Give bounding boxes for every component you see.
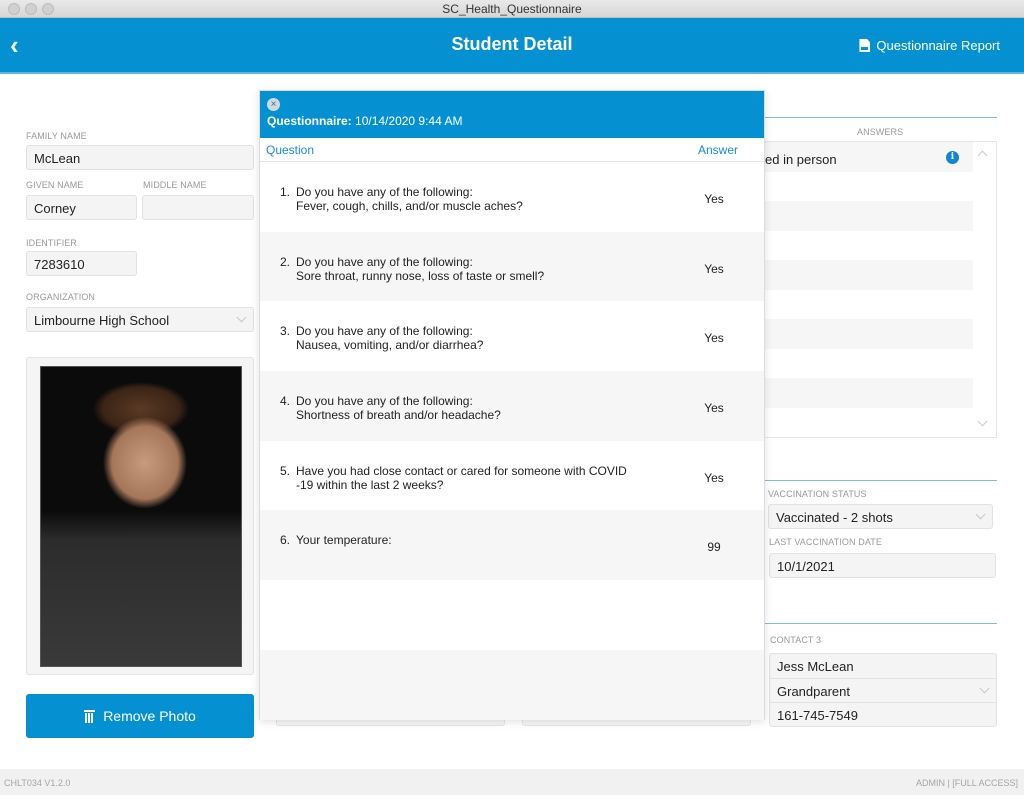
family-name-field[interactable]: McLean — [26, 145, 254, 170]
answer-row[interactable] — [761, 260, 973, 290]
last-vaccination-date-field[interactable]: 10/1/2021 — [769, 553, 996, 578]
section-divider — [760, 117, 997, 118]
pdf-file-icon — [859, 39, 871, 52]
organization-select[interactable]: Limbourne High School — [26, 307, 254, 332]
chevron-down-icon — [975, 509, 986, 520]
scroll-down-icon[interactable] — [977, 416, 988, 427]
question-row: 2. Do you have any of the following: Sor… — [260, 231, 764, 302]
app-version: CHLT034 V1.2.0 — [4, 778, 71, 788]
question-row: 6. Your temperature: 99 — [260, 510, 764, 581]
window-title: SC_Health_Questionnaire — [442, 2, 582, 16]
photo-frame — [26, 357, 254, 675]
answer-row[interactable] — [761, 231, 973, 261]
middle-name-field[interactable] — [142, 195, 254, 220]
empty-row — [260, 580, 764, 650]
question-answer: 99 — [707, 540, 721, 555]
question-number: 3. — [280, 324, 291, 339]
section-divider — [760, 623, 997, 624]
contact3-relation-select[interactable]: Grandparent — [770, 679, 996, 703]
question-row: 1. Do you have any of the following: Fev… — [260, 162, 764, 232]
answer-row[interactable] — [761, 349, 973, 379]
question-row: 5. Have you had close contact or cared f… — [260, 441, 764, 511]
given-name-label: GIVEN NAME — [26, 180, 84, 190]
question-row: 3. Do you have any of the following: Nau… — [260, 301, 764, 371]
question-list: 1. Do you have any of the following: Fev… — [260, 162, 764, 720]
trash-icon — [84, 709, 96, 723]
chevron-down-icon — [979, 683, 990, 693]
question-row: 4. Do you have any of the following: Sho… — [260, 371, 764, 441]
questionnaire-report-button[interactable]: Questionnaire Report — [859, 38, 1000, 53]
question-answer: Yes — [704, 192, 724, 206]
column-headers: Question Answer — [260, 138, 764, 162]
answer-row[interactable] — [761, 290, 973, 320]
question-number: 4. — [280, 394, 291, 409]
scroll-up-icon[interactable] — [977, 150, 988, 161]
identifier-field[interactable]: 7283610 — [26, 251, 137, 276]
question-text: Do you have any of the following: Shortn… — [296, 394, 501, 423]
question-answer: Yes — [704, 470, 724, 485]
access-level: ADMIN | [FULL ACCESS] — [915, 778, 1018, 788]
questionnaire-modal: × Questionnaire: 10/14/2020 9:44 AM Ques… — [259, 90, 765, 720]
contact3-phone-field[interactable]: 161-745-7549 — [770, 703, 996, 728]
column-header-answer: Answer — [697, 143, 738, 157]
question-text: Do you have any of the following: Sore t… — [296, 254, 545, 283]
last-vaccination-date-label: LAST VACCINATION DATE — [769, 537, 882, 547]
question-text: Your temperature: — [296, 533, 392, 548]
modal-header: × Questionnaire: 10/14/2020 9:44 AM — [260, 91, 764, 138]
identifier-label: IDENTIFIER — [26, 238, 78, 248]
status-footer: CHLT034 V1.2.0 ADMIN | [FULL ACCESS] — [0, 769, 1024, 795]
question-answer: Yes — [704, 331, 724, 346]
student-photo — [40, 366, 242, 667]
answer-row[interactable] — [761, 172, 973, 202]
remove-photo-button[interactable]: Remove Photo — [26, 694, 254, 738]
empty-row — [260, 649, 764, 720]
family-name-label: FAMILY NAME — [26, 131, 87, 141]
column-header-question: Question — [266, 143, 315, 157]
window-titlebar: SC_Health_Questionnaire — [0, 0, 1024, 18]
contact3-label: CONTACT 3 — [770, 635, 822, 645]
vaccination-status-label: VACCINATION STATUS — [768, 489, 867, 499]
close-icon[interactable]: × — [267, 98, 280, 111]
answer-row[interactable] — [761, 319, 973, 349]
question-number: 2. — [280, 254, 291, 269]
remove-photo-label: Remove Photo — [103, 708, 196, 724]
modal-title-datetime: 10/14/2020 9:44 AM — [355, 114, 463, 128]
given-name-field[interactable]: Corney — [26, 195, 137, 220]
answers-list[interactable]: ed in person i — [760, 141, 997, 438]
vaccination-status-select[interactable]: Vaccinated - 2 shots — [768, 504, 993, 529]
questionnaire-report-label: Questionnaire Report — [876, 38, 1000, 53]
question-answer: Yes — [704, 261, 724, 276]
info-icon[interactable]: i — [946, 151, 959, 164]
organization-label: ORGANIZATION — [26, 292, 96, 302]
middle-name-label: MIDDLE NAME — [143, 180, 207, 190]
question-text: Do you have any of the following: Fever,… — [296, 185, 523, 213]
modal-title: Questionnaire: 10/14/2020 9:44 AM — [267, 114, 462, 128]
answer-row[interactable] — [761, 378, 973, 408]
organization-value: Limbourne High School — [34, 313, 170, 328]
question-text: Have you had close contact or cared for … — [296, 463, 627, 492]
contact3-group: Jess McLean Grandparent 161-745-7549 — [769, 653, 997, 727]
question-number: 5. — [280, 463, 291, 478]
answer-row[interactable] — [761, 201, 973, 231]
question-number: 1. — [280, 185, 291, 199]
answers-header: ANSWERS — [857, 127, 904, 137]
answer-row[interactable] — [761, 408, 973, 438]
answer-value: ed in person — [765, 152, 837, 167]
nav-bar: ‹ Student Detail Questionnaire Report — [0, 18, 1024, 74]
modal-title-label: Questionnaire: — [267, 114, 352, 128]
contact3-relation-value: Grandparent — [777, 683, 850, 699]
contact3-name-field[interactable]: Jess McLean — [770, 654, 996, 679]
chevron-down-icon — [236, 312, 247, 323]
question-answer: Yes — [704, 401, 724, 416]
vaccination-status-value: Vaccinated - 2 shots — [776, 510, 893, 525]
question-text: Do you have any of the following: Nausea… — [296, 324, 484, 353]
section-divider — [760, 480, 997, 481]
question-number: 6. — [280, 533, 291, 548]
